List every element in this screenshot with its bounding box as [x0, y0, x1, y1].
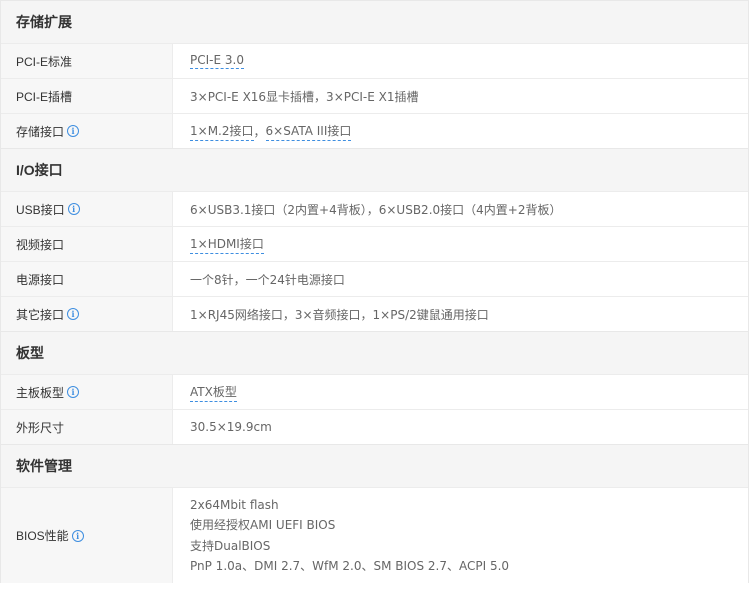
- bios-line: 支持DualBIOS: [190, 538, 271, 553]
- spec-row-pcie-standard: PCI-E标准 PCI-E 3.0: [1, 43, 748, 78]
- spec-value: 1×RJ45网络接口，3×音频接口，1×PS/2键鼠通用接口: [173, 297, 748, 331]
- spec-value-text: 1×RJ45网络接口，3×音频接口，1×PS/2键鼠通用接口: [190, 307, 489, 322]
- spec-value: PCI-E 3.0: [173, 44, 748, 78]
- spec-row-usb: USB接口 i 6×USB3.1接口（2内置+4背板），6×USB2.0接口（4…: [1, 191, 748, 226]
- spec-label: 外形尺寸: [1, 410, 173, 444]
- atx-link[interactable]: ATX板型: [190, 383, 237, 402]
- spec-label: 电源接口: [1, 262, 173, 296]
- spec-row-pcie-slots: PCI-E插槽 3×PCI-E X16显卡插槽，3×PCI-E X1插槽: [1, 78, 748, 113]
- spec-label-text: 存储接口: [16, 124, 65, 139]
- spec-row-power: 电源接口 一个8针，一个24针电源接口: [1, 261, 748, 296]
- pcie-standard-link[interactable]: PCI-E 3.0: [190, 53, 244, 69]
- spec-label: USB接口 i: [1, 192, 173, 226]
- section-header-io: I/O接口: [1, 148, 748, 191]
- bios-line: 2x64Mbit flash: [190, 497, 279, 512]
- bios-line: 使用经授权AMI UEFI BIOS: [190, 518, 336, 532]
- spec-row-bios: BIOS性能 i 2x64Mbit flash 使用经授权AMI UEFI BI…: [1, 487, 748, 583]
- spec-label-text: USB接口: [16, 202, 65, 217]
- spec-label-text: 外形尺寸: [16, 420, 65, 435]
- spec-value-text: 一个8针，一个24针电源接口: [190, 272, 345, 287]
- spec-table: 存储扩展 PCI-E标准 PCI-E 3.0 PCI-E插槽 3×PCI-E X…: [0, 0, 749, 583]
- spec-label-text: 其它接口: [16, 307, 65, 322]
- spec-label-text: PCI-E插槽: [16, 89, 73, 104]
- section-header-storage: 存储扩展: [1, 0, 748, 43]
- info-icon[interactable]: i: [67, 125, 80, 137]
- spec-value-text: 6×USB3.1接口（2内置+4背板），6×USB2.0接口（4内置+2背板）: [190, 202, 562, 217]
- spec-value: 6×USB3.1接口（2内置+4背板），6×USB2.0接口（4内置+2背板）: [173, 192, 748, 226]
- info-icon[interactable]: i: [67, 203, 80, 215]
- info-icon[interactable]: i: [67, 386, 80, 398]
- spec-row-dimensions: 外形尺寸 30.5×19.9cm: [1, 409, 748, 444]
- spec-value: ATX板型: [173, 375, 748, 409]
- spec-label: 存储接口 i: [1, 114, 173, 148]
- spec-label: 主板板型 i: [1, 375, 173, 409]
- spec-label: PCI-E插槽: [1, 79, 173, 113]
- spec-label-text: PCI-E标准: [16, 54, 73, 69]
- spec-row-storage-ports: 存储接口 i 1×M.2接口 ， 6×SATA III接口: [1, 113, 748, 148]
- spec-value: 2x64Mbit flash 使用经授权AMI UEFI BIOS 支持Dual…: [173, 488, 748, 583]
- spec-label: BIOS性能 i: [1, 488, 173, 583]
- spec-row-other-ports: 其它接口 i 1×RJ45网络接口，3×音频接口，1×PS/2键鼠通用接口: [1, 296, 748, 331]
- spec-value: 1×HDMI接口: [173, 227, 748, 261]
- section-header-board: 板型: [1, 331, 748, 374]
- spec-label: PCI-E标准: [1, 44, 173, 78]
- spec-value: 3×PCI-E X16显卡插槽，3×PCI-E X1插槽: [173, 79, 748, 113]
- info-icon[interactable]: i: [71, 529, 84, 542]
- spec-value-text: 3×PCI-E X16显卡插槽，3×PCI-E X1插槽: [190, 89, 419, 104]
- spec-value: 1×M.2接口 ， 6×SATA III接口: [173, 114, 748, 148]
- spec-label: 其它接口 i: [1, 297, 173, 331]
- spec-label-text: 电源接口: [16, 272, 65, 287]
- spec-label-text: 主板板型: [16, 385, 65, 400]
- sata-port-link[interactable]: 6×SATA III接口: [265, 122, 352, 141]
- hdmi-link[interactable]: 1×HDMI接口: [190, 235, 264, 254]
- bios-line: PnP 1.0a、DMI 2.7、WfM 2.0、SM BIOS 2.7、ACP…: [190, 559, 510, 573]
- spec-value: 一个8针，一个24针电源接口: [173, 262, 748, 296]
- spec-value-text: 30.5×19.9cm: [190, 420, 272, 434]
- spec-row-video: 视频接口 1×HDMI接口: [1, 226, 748, 261]
- spec-label: 视频接口: [1, 227, 173, 261]
- spec-label-text: 视频接口: [16, 237, 65, 252]
- value-separator: ，: [253, 124, 266, 139]
- info-icon[interactable]: i: [67, 308, 80, 320]
- spec-row-form-factor: 主板板型 i ATX板型: [1, 374, 748, 409]
- spec-label-text: BIOS性能: [16, 529, 69, 543]
- section-header-software: 软件管理: [1, 444, 748, 487]
- spec-value: 30.5×19.9cm: [173, 410, 748, 444]
- m2-port-link[interactable]: 1×M.2接口: [190, 122, 254, 141]
